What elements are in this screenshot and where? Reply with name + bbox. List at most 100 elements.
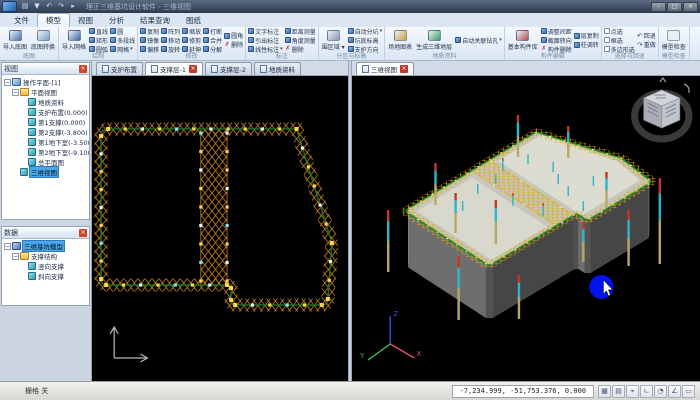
ribbon-big-button[interactable]: 场地图表 bbox=[386, 27, 414, 53]
ribbon-button[interactable]: 引出标注 bbox=[248, 36, 283, 44]
ribbon-big-button[interactable]: 底图转换 bbox=[29, 27, 57, 53]
grid-style-toggle[interactable]: ▤ bbox=[612, 385, 625, 398]
ribbon-button[interactable]: 角度测量 bbox=[285, 36, 316, 44]
ribbon-tab[interactable]: 文件 bbox=[6, 14, 37, 27]
ribbon-big-button[interactable]: 围区域 ▾ bbox=[320, 27, 347, 53]
ribbon-button[interactable]: 延伸 bbox=[182, 45, 201, 53]
document-tab[interactable]: 支护布置 bbox=[96, 62, 143, 75]
ribbon-button[interactable]: 偏移 bbox=[140, 45, 159, 53]
grid-status-label[interactable]: 栅格 关 bbox=[25, 386, 48, 396]
tree-item[interactable]: 支护布置(0.000) bbox=[4, 107, 89, 117]
tree-item[interactable]: −操作平面-[1] bbox=[4, 77, 89, 87]
ribbon-big-button[interactable]: 导入底图 bbox=[1, 27, 29, 53]
close-button[interactable]: × bbox=[683, 2, 698, 12]
ribbon-button[interactable]: 自动关联钻孔▾ bbox=[455, 36, 502, 44]
app-logo-icon[interactable] bbox=[2, 1, 17, 12]
ribbon-button[interactable]: 打断 bbox=[203, 27, 222, 35]
ribbon-button[interactable]: 多边形选 bbox=[604, 45, 635, 53]
tree-item[interactable]: 斜向支撑 bbox=[4, 271, 89, 281]
tree-item[interactable]: −平面视图 bbox=[4, 87, 89, 97]
tab-close-icon[interactable]: × bbox=[189, 65, 197, 73]
more-icon[interactable]: ▸ bbox=[68, 2, 78, 12]
ribbon-button[interactable]: 框选 bbox=[604, 36, 635, 44]
ortho-toggle[interactable]: ∟ bbox=[640, 385, 653, 398]
data-panel-close-icon[interactable]: × bbox=[79, 229, 87, 237]
tool-icon bbox=[89, 37, 95, 43]
ribbon-button[interactable]: 旋转 bbox=[161, 45, 180, 53]
redo-icon[interactable]: ↷ bbox=[56, 2, 66, 12]
ribbon-button[interactable]: ✗删除 bbox=[224, 41, 243, 49]
ribbon-tab[interactable]: 分析 bbox=[101, 14, 132, 27]
ribbon-tab[interactable]: 结果查询 bbox=[132, 14, 178, 27]
document-tab[interactable]: 三维视图× bbox=[356, 62, 414, 75]
tree-item[interactable]: 第1支撑(0.000) bbox=[4, 117, 89, 127]
ribbon-button[interactable]: 线性标注▾ bbox=[248, 45, 283, 53]
ribbon-button[interactable]: 复制 bbox=[140, 27, 159, 35]
ribbon-button[interactable]: 文字标注 bbox=[248, 27, 283, 35]
plan-view-canvas[interactable] bbox=[92, 76, 348, 381]
ribbon-big-button[interactable]: 模型检查 bbox=[660, 27, 688, 53]
ribbon-button[interactable]: 分解 bbox=[203, 45, 222, 53]
ribbon-button[interactable]: ✗构件删除 bbox=[541, 45, 572, 53]
ribbon-button[interactable]: 调整间距 bbox=[541, 27, 572, 35]
ribbon-button[interactable]: 层复制 bbox=[574, 32, 599, 40]
ribbon-button[interactable]: ↷重做 bbox=[637, 41, 656, 49]
ribbon-button[interactable]: 阵列 bbox=[161, 27, 180, 35]
tree-item[interactable]: 第2支撑(-3.800) bbox=[4, 127, 89, 137]
open-icon[interactable]: ▤ bbox=[20, 2, 30, 12]
ribbon-tab[interactable]: 图纸 bbox=[178, 14, 209, 27]
tree-expander[interactable]: − bbox=[4, 243, 11, 250]
three-d-view-canvas[interactable]: ZYX bbox=[352, 76, 700, 381]
view-panel-close-icon[interactable]: × bbox=[79, 65, 87, 73]
tree-item[interactable]: 第2地下室(-9.100) bbox=[4, 147, 89, 157]
tree-item[interactable]: 地质资料 bbox=[4, 97, 89, 107]
ribbon-big-button[interactable]: 基本构件库 bbox=[506, 27, 540, 53]
angle-toggle[interactable]: ∠ bbox=[668, 385, 681, 398]
ribbon-button[interactable]: 网格▾ bbox=[110, 45, 135, 53]
ribbon-button[interactable]: 支护方向 bbox=[348, 45, 383, 53]
snap-toggle[interactable]: ⌖ bbox=[626, 385, 639, 398]
document-tab[interactable]: 支撑层-1× bbox=[145, 62, 203, 75]
tree-item[interactable]: 竖向支撑 bbox=[4, 261, 89, 271]
ribbon-button[interactable]: ✗删除 bbox=[285, 45, 316, 53]
ribbon-button[interactable]: 镜像 bbox=[140, 36, 159, 44]
tree-expander[interactable]: − bbox=[12, 253, 19, 260]
ribbon-button[interactable]: 自动分坑▾ bbox=[348, 27, 383, 35]
ribbon-button[interactable]: 截面转向 bbox=[541, 36, 572, 44]
maximize-button[interactable]: □ bbox=[667, 2, 682, 12]
save-icon[interactable]: ▼ bbox=[32, 2, 42, 12]
ribbon-button[interactable]: 合并 bbox=[203, 36, 222, 44]
tree-item[interactable]: −支撑结构 bbox=[4, 251, 89, 261]
ribbon-button[interactable]: 距离测量 bbox=[285, 27, 316, 35]
tree-expander[interactable]: − bbox=[12, 89, 19, 96]
grid-toggle[interactable]: ▦ bbox=[598, 385, 611, 398]
ribbon-button[interactable]: 坑底标高 bbox=[348, 36, 383, 44]
document-tab[interactable]: 地质资料 bbox=[254, 62, 301, 75]
polar-toggle[interactable]: ◔ bbox=[654, 385, 667, 398]
document-tab[interactable]: 支撑层-2 bbox=[205, 62, 252, 75]
ribbon-tab[interactable]: 模型 bbox=[37, 13, 70, 27]
ribbon-button[interactable]: 柱调转 bbox=[574, 41, 599, 49]
ribbon-button[interactable]: 圆弧 bbox=[89, 45, 108, 53]
ribbon-big-button[interactable]: 导入网格 bbox=[60, 27, 88, 53]
minimize-button[interactable]: – bbox=[651, 2, 666, 12]
undo-icon[interactable]: ↶ bbox=[44, 2, 54, 12]
tree-item[interactable]: −三维基坑模型 bbox=[4, 241, 89, 251]
ribbon-button[interactable]: 矩形 bbox=[89, 36, 108, 44]
tree-item[interactable]: 三维视图 bbox=[4, 167, 89, 177]
tab-close-icon[interactable]: × bbox=[400, 65, 408, 73]
ribbon-button[interactable]: 多段线 bbox=[110, 36, 135, 44]
ribbon-button[interactable]: 缩放 bbox=[182, 27, 201, 35]
ribbon-button[interactable]: 点选 bbox=[604, 27, 635, 35]
ribbon-big-button[interactable]: 生成三维地层 bbox=[414, 27, 454, 53]
ribbon-button[interactable]: 圆 bbox=[110, 27, 135, 35]
tree-item[interactable]: 第1地下室(-3.500) bbox=[4, 137, 89, 147]
ribbon-button[interactable]: 直线 bbox=[89, 27, 108, 35]
rect-select-toggle[interactable]: ▭ bbox=[682, 385, 695, 398]
ribbon-button[interactable]: 圆角 bbox=[224, 32, 243, 40]
ribbon-tab[interactable]: 视图 bbox=[70, 14, 101, 27]
ribbon-button[interactable]: 移动 bbox=[161, 36, 180, 44]
ribbon-button[interactable]: ↶回退 bbox=[637, 32, 656, 40]
tree-expander[interactable]: − bbox=[4, 79, 11, 86]
ribbon-button[interactable]: 修剪 bbox=[182, 36, 201, 44]
